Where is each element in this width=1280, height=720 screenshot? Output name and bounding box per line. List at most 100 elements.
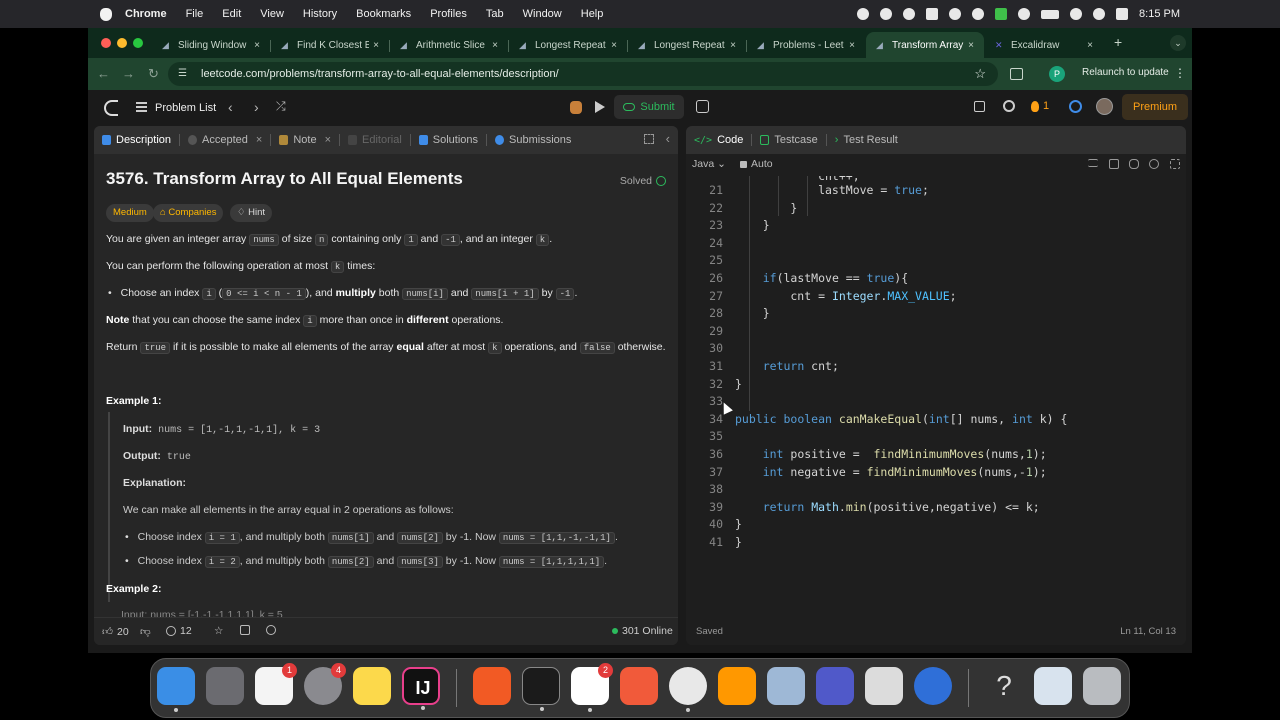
- code-line[interactable]: 40}: [686, 516, 1186, 534]
- leetcode-logo[interactable]: [104, 100, 118, 116]
- tab-test-result[interactable]: › Test Result: [827, 126, 906, 154]
- format-icon[interactable]: [1088, 159, 1098, 167]
- tab-sliding-window[interactable]: ◢ Sliding Window ×: [152, 32, 270, 58]
- code-line[interactable]: 37 int negative = findMinimumMoves(nums,…: [686, 464, 1186, 482]
- close-icon[interactable]: ×: [1083, 40, 1097, 51]
- braces-icon[interactable]: [1129, 159, 1139, 169]
- reminders-icon[interactable]: 1: [255, 663, 297, 705]
- menu-view[interactable]: View: [260, 8, 284, 20]
- code-line[interactable]: 24: [686, 235, 1186, 253]
- battery-icon[interactable]: [1041, 9, 1060, 19]
- launchpad-icon[interactable]: [206, 667, 244, 705]
- problem-list-link[interactable]: Problem List: [155, 102, 216, 114]
- gear-icon[interactable]: [1003, 100, 1015, 112]
- companies-tag[interactable]: ⌂ Companies: [153, 204, 224, 222]
- tick-icon[interactable]: [949, 8, 962, 20]
- reset-icon[interactable]: [1149, 159, 1159, 169]
- bookmark-icon[interactable]: [1109, 159, 1119, 169]
- bluetooth-icon[interactable]: [1018, 8, 1031, 20]
- chrome-icon[interactable]: [669, 667, 707, 712]
- tab-description[interactable]: Description: [94, 126, 179, 154]
- close-icon[interactable]: ×: [369, 40, 383, 51]
- notes-icon[interactable]: [696, 100, 709, 113]
- menu-app-name[interactable]: Chrome: [125, 8, 167, 20]
- tab-note[interactable]: Note ×: [271, 126, 339, 154]
- menu-edit[interactable]: Edit: [222, 8, 241, 20]
- grammarly-icon[interactable]: [880, 8, 893, 20]
- notes-app-icon[interactable]: [353, 667, 391, 705]
- tab-longest-repeat-1[interactable]: ◢ Longest Repeat ×: [509, 32, 627, 58]
- streak-counter[interactable]: 1: [1031, 100, 1049, 112]
- run-icon[interactable]: [595, 101, 605, 113]
- close-icon[interactable]: ×: [250, 40, 264, 51]
- dislike-button[interactable]: 👎︎: [140, 625, 151, 638]
- quicktime-icon[interactable]: [914, 667, 952, 705]
- tab-accepted[interactable]: Accepted ×: [180, 126, 270, 154]
- new-tab-icon[interactable]: +: [1114, 34, 1122, 50]
- extension-icon[interactable]: [926, 8, 939, 20]
- menu-history[interactable]: History: [303, 8, 337, 20]
- apple-icon[interactable]: [100, 7, 112, 21]
- code-line[interactable]: 29: [686, 323, 1186, 341]
- menu-profiles[interactable]: Profiles: [430, 8, 467, 20]
- submit-button[interactable]: Submit: [614, 95, 684, 119]
- shuffle-icon[interactable]: ⤮: [276, 99, 286, 114]
- teams-icon[interactable]: [816, 667, 854, 705]
- list-icon[interactable]: [136, 102, 147, 112]
- code-line[interactable]: 25: [686, 252, 1186, 270]
- tab-arithmetic-slices[interactable]: ◢ Arithmetic Slice ×: [390, 32, 508, 58]
- code-line[interactable]: 32}: [686, 376, 1186, 394]
- minimize-window-button[interactable]: [117, 38, 127, 48]
- accessibility-icon[interactable]: [972, 8, 985, 20]
- menu-window[interactable]: Window: [523, 8, 562, 20]
- tab-find-k-closest[interactable]: ◢ Find K Closest E ×: [271, 32, 389, 58]
- share-button[interactable]: [240, 625, 250, 635]
- auto-mode[interactable]: Auto: [740, 158, 773, 170]
- url-text[interactable]: leetcode.com/problems/transform-array-to…: [201, 68, 559, 80]
- postman-icon[interactable]: [620, 667, 658, 705]
- code-line[interactable]: 27 cnt = Integer.MAX_VALUE;: [686, 288, 1186, 306]
- hint-tag[interactable]: ♢ Hint: [230, 204, 273, 222]
- code-line[interactable]: 34 public boolean canMakeEqual(int[] nums…: [686, 411, 1186, 429]
- more-menu-icon[interactable]: ⋮: [1174, 66, 1186, 80]
- layout-icon[interactable]: [974, 101, 985, 112]
- sublime-text-icon[interactable]: [718, 667, 756, 705]
- clock[interactable]: 8:15 PM: [1139, 8, 1180, 20]
- control-center-icon[interactable]: [1116, 8, 1129, 20]
- user-avatar[interactable]: [1096, 98, 1113, 115]
- close-icon[interactable]: ×: [726, 40, 740, 51]
- brave-icon[interactable]: [473, 667, 511, 705]
- comments-button[interactable]: 12: [166, 625, 192, 637]
- code-line[interactable]: 36 int positive = findMinimumMoves(nums,…: [686, 446, 1186, 464]
- terminal-icon[interactable]: [522, 667, 560, 711]
- close-icon[interactable]: ×: [607, 40, 621, 51]
- spotlight-icon[interactable]: [1093, 8, 1106, 20]
- close-icon[interactable]: ×: [964, 40, 978, 51]
- trash-icon[interactable]: [1083, 667, 1121, 705]
- premium-button[interactable]: Premium: [1122, 94, 1188, 120]
- like-button[interactable]: 👍︎ 20: [102, 625, 129, 639]
- code-editor[interactable]: cnt++; 21 lastMove = true; 22 } 23 } 24 25 26 …: [686, 176, 1186, 616]
- close-icon[interactable]: ×: [325, 134, 331, 146]
- code-line[interactable]: 41}: [686, 534, 1186, 552]
- tab-solutions[interactable]: Solutions: [411, 126, 486, 154]
- help-icon[interactable]: ?: [985, 667, 1023, 705]
- prev-problem-icon[interactable]: ‹: [228, 99, 233, 115]
- close-window-button[interactable]: [101, 38, 111, 48]
- code-line[interactable]: 26 if(lastMove == true){: [686, 270, 1186, 288]
- record-icon[interactable]: [857, 8, 870, 20]
- tab-testcase[interactable]: Testcase: [752, 126, 825, 154]
- menu-file[interactable]: File: [186, 8, 204, 20]
- close-icon[interactable]: ×: [488, 40, 502, 51]
- paw-icon[interactable]: [903, 8, 916, 20]
- help-button[interactable]: [266, 625, 276, 635]
- forward-icon[interactable]: →: [122, 66, 135, 81]
- code-line[interactable]: 33: [686, 393, 1186, 411]
- menu-tab[interactable]: Tab: [486, 8, 504, 20]
- tab-code[interactable]: </> Code: [686, 126, 751, 154]
- back-icon[interactable]: ←: [97, 66, 110, 81]
- tab-search-icon[interactable]: ⌄: [1170, 35, 1186, 51]
- reload-icon[interactable]: ↻: [148, 66, 159, 82]
- maximize-icon[interactable]: [644, 134, 654, 144]
- bookmark-star-icon[interactable]: ☆: [974, 66, 986, 82]
